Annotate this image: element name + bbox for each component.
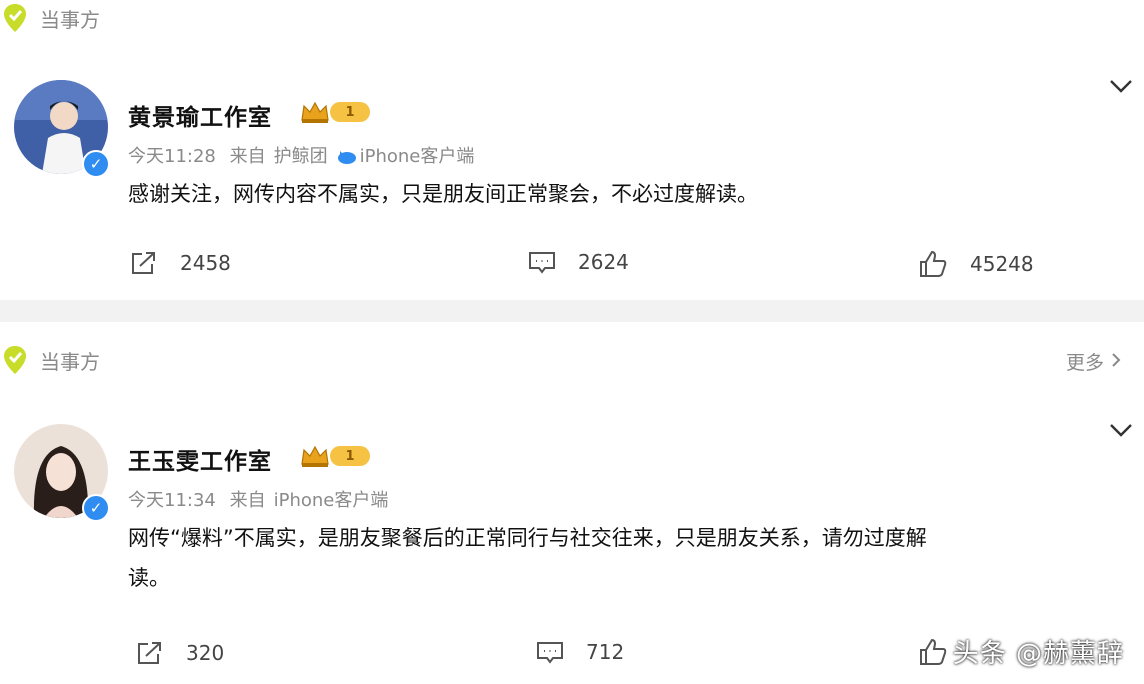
post-time: 今天11:28 (128, 146, 216, 167)
client-prefix[interactable]: 护鲸团 (274, 146, 328, 167)
comment-count: 712 (586, 640, 625, 664)
level-badge: 1 (330, 102, 370, 122)
comment-button[interactable]: 2624 (528, 250, 629, 274)
post-meta: 今天11:28 来自 护鲸团 iPhone客户端 (128, 142, 482, 168)
post-separator (0, 300, 1144, 322)
watermark: 头条 @赫薰辞 (952, 639, 1124, 669)
comment-icon (529, 252, 555, 274)
source-label: 当事方 (40, 350, 100, 374)
verified-badge-icon: ✓ (82, 494, 110, 522)
comment-count: 2624 (578, 250, 629, 274)
chevron-down-icon[interactable] (1108, 422, 1134, 438)
weibo-post-1: 当事方 ✓ 黄景瑜工作室 1 今天11:28 来自 护鲸团 iPhone客户端 感谢… (0, 0, 1144, 300)
level-badge: 1 (330, 446, 370, 466)
repost-button[interactable]: 320 (136, 640, 224, 666)
post-text-line-1: 网传“爆料”不属实，是朋友聚餐后的正常同行与社交往来，只是朋友关系，请勿过度解 (128, 526, 927, 550)
post-time: 今天11:34 (128, 490, 216, 511)
source-label: 当事方 (40, 8, 100, 32)
post-text-line-2: 读。 (128, 566, 170, 590)
comment-button[interactable]: 712 (536, 640, 624, 664)
like-icon (920, 638, 947, 665)
client-name[interactable]: iPhone客户端 (360, 146, 475, 167)
like-count: 45248 (970, 252, 1034, 276)
like-icon (920, 250, 947, 277)
comment-icon (537, 642, 563, 664)
source-row: 当事方 (0, 342, 1144, 376)
whale-app-icon (337, 151, 356, 164)
repost-icon (138, 642, 161, 664)
location-pin-icon (4, 4, 26, 32)
like-button[interactable]: 45248 (918, 250, 1034, 278)
repost-icon (132, 252, 155, 274)
repost-button[interactable]: 2458 (130, 250, 231, 276)
chevron-down-icon[interactable] (1108, 78, 1134, 94)
verified-badge-icon: ✓ (82, 150, 110, 178)
post-text: 感谢关注，网传内容不属实，只是朋友间正常聚会，不必过度解读。 (128, 182, 758, 206)
location-pin-icon (4, 346, 26, 374)
chevron-right-icon[interactable] (1110, 352, 1122, 368)
weibo-post-2: 当事方 更多 ✓ 王玉雯工作室 1 今天11:34 来自 iPhone客户端 网传… (0, 322, 1144, 684)
crown-icon (301, 445, 329, 467)
from-label: 来自 (229, 146, 266, 167)
repost-count: 2458 (180, 251, 231, 275)
repost-count: 320 (186, 641, 225, 665)
more-link[interactable]: 更多 (1066, 348, 1104, 375)
post-text: 网传“爆料”不属实，是朋友聚餐后的正常同行与社交往来，只是朋友关系，请勿过度解 … (128, 518, 927, 598)
post-meta: 今天11:34 来自 iPhone客户端 (128, 486, 396, 512)
author-name[interactable]: 黄景瑜工作室 (128, 98, 272, 132)
author-name[interactable]: 王玉雯工作室 (128, 442, 272, 476)
source-row: 当事方 (0, 0, 1144, 34)
client-name[interactable]: iPhone客户端 (274, 490, 389, 511)
crown-icon (301, 101, 329, 123)
from-label: 来自 (229, 490, 266, 511)
